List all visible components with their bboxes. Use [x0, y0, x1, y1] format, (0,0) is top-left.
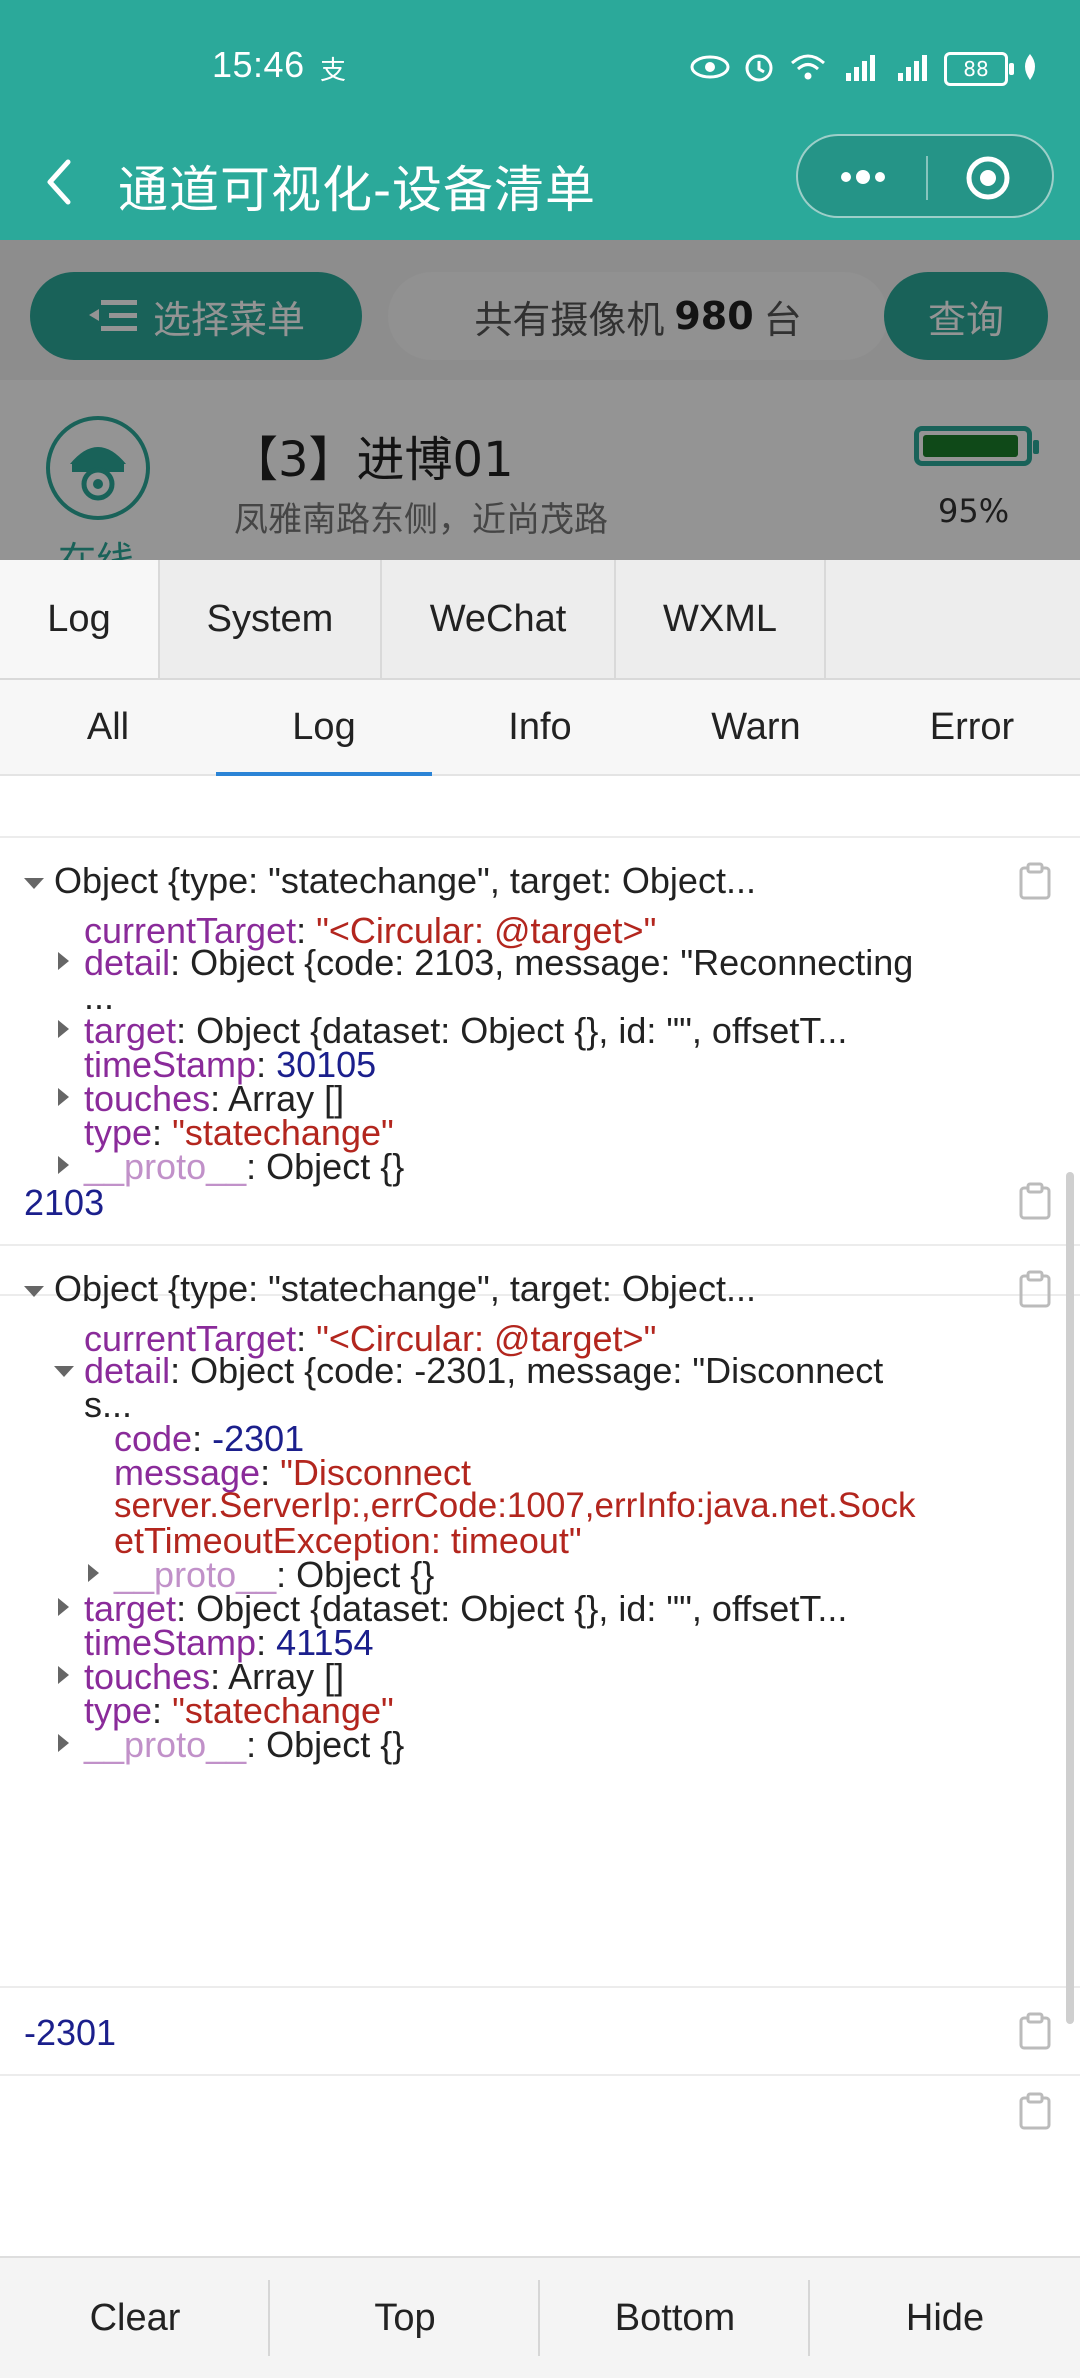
camera-icon [46, 416, 150, 520]
expand-arrow-icon[interactable] [58, 1598, 69, 1616]
copy-icon[interactable] [1018, 2092, 1052, 2130]
filter-all[interactable]: All [0, 680, 216, 774]
leaf-icon [1020, 52, 1040, 86]
select-menu-label: 选择菜单 [152, 297, 305, 342]
camera-count: 共有摄像机 980 台 [388, 272, 888, 360]
alipay-notification-icon: 支 [320, 56, 347, 86]
camera-count-value: 980 [674, 294, 754, 338]
log-entry-number[interactable]: -2301 [0, 1988, 1080, 2076]
log-entry-header: Object {type: "statechange", target: Obj… [54, 1268, 756, 1309]
copy-icon[interactable] [1018, 2012, 1052, 2050]
clear-button[interactable]: Clear [0, 2258, 270, 2378]
log-list[interactable]: Object {type: "statechange", target: Obj… [0, 798, 1080, 2284]
log-scrollbar[interactable] [1066, 1172, 1074, 2024]
device-status: 在线 [58, 530, 134, 560]
search-toolbar: 选择菜单 共有摄像机 980 台 查询 [0, 240, 1080, 380]
tab-wxml[interactable]: WXML [616, 560, 826, 678]
camera-count-suffix: 台 [763, 297, 802, 342]
hide-button[interactable]: Hide [810, 2258, 1080, 2378]
status-time: 15:46 [212, 44, 305, 85]
tab-wechat[interactable]: WeChat [382, 560, 616, 678]
expand-arrow-icon[interactable] [58, 1020, 69, 1038]
log-entry-value: 2103 [24, 1182, 105, 1223]
vconsole-log-filter-tabs: All Log Info Warn Error [0, 680, 1080, 776]
alarm-icon [742, 50, 776, 88]
camera-count-prefix: 共有摄像机 [474, 297, 665, 342]
vconsole-bottom-toolbar: Clear Top Bottom Hide [0, 2256, 1080, 2378]
select-menu-button[interactable]: 选择菜单 [30, 272, 362, 360]
app-header: 15:46 支 88 通道可视化-设备清单 [0, 0, 1080, 240]
more-icon[interactable] [828, 160, 898, 194]
copy-icon[interactable] [1018, 862, 1052, 900]
prop-proto: __proto__: Object {} [84, 1724, 405, 1765]
device-list-page: 选择菜单 共有摄像机 980 台 查询 【3】进博01 凤雅南路东侧，近尚茂路 … [0, 240, 1080, 560]
filter-info[interactable]: Info [432, 680, 648, 774]
wifi-icon [788, 51, 828, 87]
copy-icon[interactable] [1018, 1182, 1052, 1220]
vconsole-main-tabs: Log System WeChat WXML [0, 560, 1080, 680]
device-card[interactable]: 【3】进博01 凤雅南路东侧，近尚茂路 在线 95% [0, 380, 1080, 560]
close-miniprogram-icon[interactable] [964, 154, 1012, 202]
expand-arrow-icon[interactable] [58, 1666, 69, 1684]
device-address: 凤雅南路东侧，近尚茂路 [234, 500, 608, 540]
signal-4g-icon-2 [892, 51, 932, 87]
bottom-button[interactable]: Bottom [540, 2258, 810, 2378]
status-icons: 88 [690, 50, 1040, 88]
vconsole-panel: Log System WeChat WXML All Log Info Warn… [0, 560, 1080, 2378]
miniprogram-capsule [796, 134, 1054, 218]
expand-arrow-icon[interactable] [58, 952, 69, 970]
back-icon[interactable] [40, 152, 80, 212]
prop-detail: detail: Object {code: -2301, message: "D… [84, 1350, 884, 1391]
log-entry-object[interactable]: Object {type: "statechange", target: Obj… [0, 1246, 1080, 1988]
page-title: 通道可视化-设备清单 [118, 161, 597, 219]
device-battery-icon [914, 426, 1039, 466]
filter-warn[interactable]: Warn [648, 680, 864, 774]
menu-list-icon [88, 300, 137, 331]
device-name: 【3】进博01 [230, 432, 514, 488]
nav-bar: 通道可视化-设备清单 [0, 130, 1080, 240]
status-bar: 15:46 支 88 [0, 0, 1080, 130]
filter-error[interactable]: Error [864, 680, 1080, 774]
expand-arrow-icon[interactable] [58, 1734, 69, 1752]
log-entry-header: Object {type: "statechange", target: Obj… [54, 860, 756, 901]
collapse-arrow-icon[interactable] [24, 878, 44, 889]
prop-detail: detail: Object {code: 2103, message: "Re… [84, 942, 914, 983]
tab-log[interactable]: Log [0, 560, 160, 678]
battery-icon: 88 [944, 52, 1014, 86]
log-entry-value: -2301 [24, 2012, 117, 2053]
collapse-arrow-icon[interactable] [54, 1366, 74, 1377]
expand-arrow-icon[interactable] [88, 1564, 99, 1582]
capsule-divider [926, 156, 928, 200]
top-button[interactable]: Top [270, 2258, 540, 2378]
tab-system[interactable]: System [160, 560, 382, 678]
log-entry-partial[interactable] [0, 2076, 1080, 2164]
collapse-arrow-icon[interactable] [24, 1286, 44, 1297]
eye-icon [690, 54, 730, 84]
query-button[interactable]: 查询 [884, 272, 1048, 360]
device-battery-percent: 95% [938, 492, 1010, 530]
copy-icon[interactable] [1018, 1270, 1052, 1308]
signal-4g-icon [840, 51, 880, 87]
device-battery-fill [923, 435, 1018, 457]
expand-arrow-icon[interactable] [58, 1088, 69, 1106]
log-entry-number[interactable]: 2103 [0, 1158, 1080, 1246]
filter-log[interactable]: Log [216, 680, 432, 776]
